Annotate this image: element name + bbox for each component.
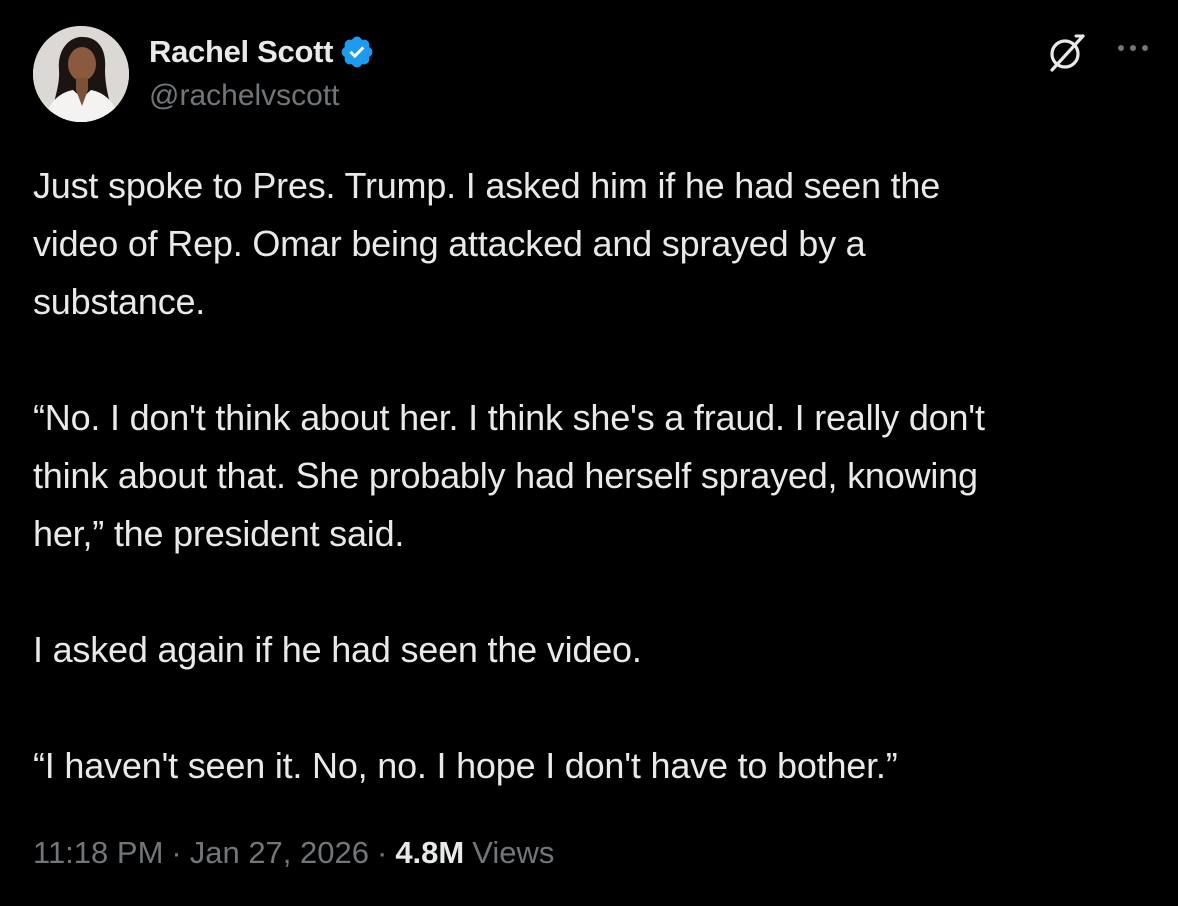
views-label[interactable]: Views — [472, 835, 554, 871]
tweet-card: Rachel Scott @rachelvscott Just spoke to… — [0, 0, 1178, 906]
verified-badge-icon — [339, 34, 375, 70]
meta-separator: · — [171, 835, 182, 870]
meta-separator: · — [376, 835, 388, 870]
avatar[interactable] — [33, 26, 129, 122]
tweet-text: Just spoke to Pres. Trump. I asked him i… — [33, 157, 1153, 795]
views-count[interactable]: 4.8M — [395, 835, 464, 871]
tweet-time[interactable]: 11:18 PM — [33, 835, 163, 871]
grok-icon[interactable] — [1043, 28, 1091, 76]
tweet-paragraph: “I haven't seen it. No, no. I hope I don… — [33, 745, 898, 786]
profile-photo-icon — [33, 26, 129, 122]
tweet-header: Rachel Scott @rachelvscott — [33, 26, 1153, 122]
tweet-date[interactable]: Jan 27, 2026 — [190, 835, 369, 871]
tweet-paragraph: Just spoke to Pres. Trump. I asked him i… — [33, 165, 941, 322]
name-row: Rachel Scott — [149, 32, 375, 72]
more-options-icon[interactable] — [1113, 28, 1153, 68]
author-handle[interactable]: @rachelvscott — [149, 79, 340, 113]
tweet-meta: 11:18 PM · Jan 27, 2026 · 4.8M Views — [33, 835, 554, 871]
display-name[interactable]: Rachel Scott — [149, 34, 333, 70]
tweet-paragraph: I asked again if he had seen the video. — [33, 629, 642, 670]
tweet-paragraph: “No. I don't think about her. I think sh… — [33, 397, 985, 554]
